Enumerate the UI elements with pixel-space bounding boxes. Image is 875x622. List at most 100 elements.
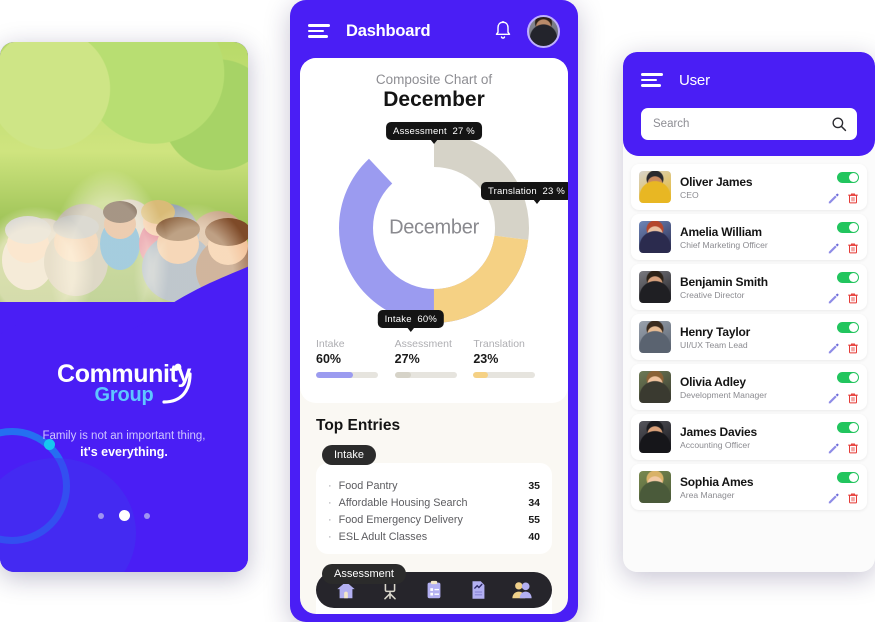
tooltip-assessment-label: Assessment	[393, 125, 447, 137]
toggle-switch[interactable]	[837, 322, 859, 333]
tagline: Family is not an important thing, it's e…	[0, 430, 248, 459]
user-row[interactable]: Oliver James CEO	[631, 164, 867, 210]
toggle-switch[interactable]	[837, 422, 859, 433]
trash-icon[interactable]	[847, 392, 859, 404]
legend-progress-bar	[394, 372, 457, 378]
legend-value: 60%	[316, 352, 342, 366]
legend-label: Assessment	[394, 338, 452, 350]
trash-icon[interactable]	[847, 492, 859, 504]
pager-dots[interactable]	[0, 507, 248, 525]
trash-icon[interactable]	[847, 242, 859, 254]
entry-group-intake: · Food Pantry 35 · Affordable Housing Se…	[316, 463, 552, 554]
bullet-icon: ·	[328, 513, 332, 526]
user-actions	[827, 270, 859, 304]
search-input[interactable]	[653, 118, 831, 130]
tooltip-intake: Intake 60%	[377, 310, 444, 332]
user-row-icons	[827, 342, 859, 354]
legend-item-intake: Intake 60%	[316, 338, 395, 378]
pencil-icon[interactable]	[827, 242, 839, 254]
legend-item-translation: Translation 23%	[473, 338, 552, 378]
user-role: Creative Director	[680, 289, 745, 300]
entry-group-chip-assessment: Assessment	[322, 563, 406, 584]
entry-group-chip-intake: Intake	[322, 445, 376, 465]
legend-value: 23%	[473, 352, 499, 366]
avatar	[639, 271, 671, 303]
user-header: User	[623, 52, 875, 156]
chart-subtitle: Composite Chart of	[375, 72, 493, 87]
toggle-switch[interactable]	[837, 172, 859, 183]
user-actions	[827, 320, 859, 354]
user-info: Oliver James CEO	[680, 175, 753, 200]
tooltip-translation-value: 23 %	[542, 185, 565, 197]
bullet-icon: ·	[328, 496, 332, 509]
legend-progress-bar	[316, 372, 378, 378]
trash-icon[interactable]	[847, 442, 859, 454]
search-icon[interactable]	[831, 116, 847, 132]
user-name: James Davies	[680, 424, 757, 439]
pencil-icon[interactable]	[827, 392, 839, 404]
bell-icon[interactable]	[493, 20, 513, 42]
pager-dot[interactable]	[143, 512, 150, 519]
user-row[interactable]: Benjamin Smith Creative Director	[631, 264, 867, 310]
user-row[interactable]: Henry Taylor UI/UX Team Lead	[631, 314, 867, 360]
tooltip-assessment: Assessment 27 %	[386, 122, 482, 144]
user-info: Henry Taylor UI/UX Team Lead	[680, 325, 750, 350]
pager-dot-active[interactable]	[118, 510, 130, 522]
donut-chart: December Assessment 27 % Translation 23 …	[318, 120, 568, 336]
user-info: Olivia Adley Development Manager	[680, 375, 767, 400]
trash-icon[interactable]	[847, 292, 859, 304]
user-actions	[827, 420, 859, 454]
avatar	[639, 371, 671, 403]
hamburger-icon[interactable]	[308, 24, 330, 38]
user-row-icons	[827, 292, 859, 304]
header-actions	[493, 14, 560, 48]
user-row[interactable]: Amelia William Chief Marketing Officer	[631, 214, 867, 260]
toggle-switch[interactable]	[837, 222, 859, 233]
entry-value: 40	[528, 531, 540, 544]
pencil-icon[interactable]	[827, 342, 839, 354]
user-name: Benjamin Smith	[680, 274, 768, 289]
people-icon[interactable]	[511, 579, 533, 601]
avatar	[639, 421, 671, 453]
avatar[interactable]	[527, 14, 560, 48]
user-row[interactable]: James Davies Accounting Officer	[631, 414, 867, 460]
pencil-icon[interactable]	[827, 192, 839, 204]
pencil-icon[interactable]	[827, 292, 839, 304]
page-title: User	[679, 71, 710, 89]
tooltip-intake-label: Intake	[384, 313, 412, 325]
clipboard-icon[interactable]	[423, 579, 445, 601]
user-list-panel: User Oliver JamesCEO Amelia WilliamChief …	[623, 52, 875, 572]
pencil-icon[interactable]	[827, 492, 839, 504]
entry-row: · MOODY 33	[328, 613, 540, 614]
user-actions	[827, 220, 859, 254]
entry-label: Food Emergency Delivery	[338, 513, 463, 526]
toggle-switch[interactable]	[837, 472, 859, 483]
dashboard-header: Dashboard	[290, 0, 578, 62]
entry-row: · Affordable Housing Search 34	[328, 494, 540, 511]
trash-icon[interactable]	[847, 192, 859, 204]
entry-label: ESL Adult Classes	[338, 531, 428, 544]
user-name: Olivia Adley	[680, 374, 746, 389]
user-row[interactable]: Olivia Adley Development Manager	[631, 364, 867, 410]
entry-row: · Food Pantry 35	[328, 477, 540, 494]
top-entries-heading: Top Entries	[316, 417, 401, 434]
legend-value: 27%	[394, 352, 420, 366]
pencil-icon[interactable]	[827, 442, 839, 454]
search-bar[interactable]	[641, 108, 857, 140]
avatar	[639, 471, 671, 503]
pager-dot[interactable]	[98, 512, 105, 519]
user-row[interactable]: Sophia Ames Area Manager	[631, 464, 867, 510]
toggle-switch[interactable]	[837, 272, 859, 283]
hamburger-icon[interactable]	[641, 73, 663, 87]
legend-label: Translation	[473, 338, 525, 350]
brand-name-secondary: Group	[94, 384, 154, 406]
dashboard-panel: Dashboard Composite Chart of December De…	[290, 0, 578, 622]
user-role: Area Manager	[680, 489, 735, 500]
toggle-switch[interactable]	[837, 372, 859, 383]
legend-item-assessment: Assessment 27%	[394, 338, 474, 378]
entry-row: · Food Emergency Delivery 55	[328, 511, 540, 528]
composite-chart-card: Composite Chart of December December Ass…	[300, 58, 568, 403]
trash-icon[interactable]	[847, 342, 859, 354]
onboarding-panel: Community Group Family is not an importa…	[0, 42, 248, 572]
report-icon[interactable]	[467, 579, 489, 601]
